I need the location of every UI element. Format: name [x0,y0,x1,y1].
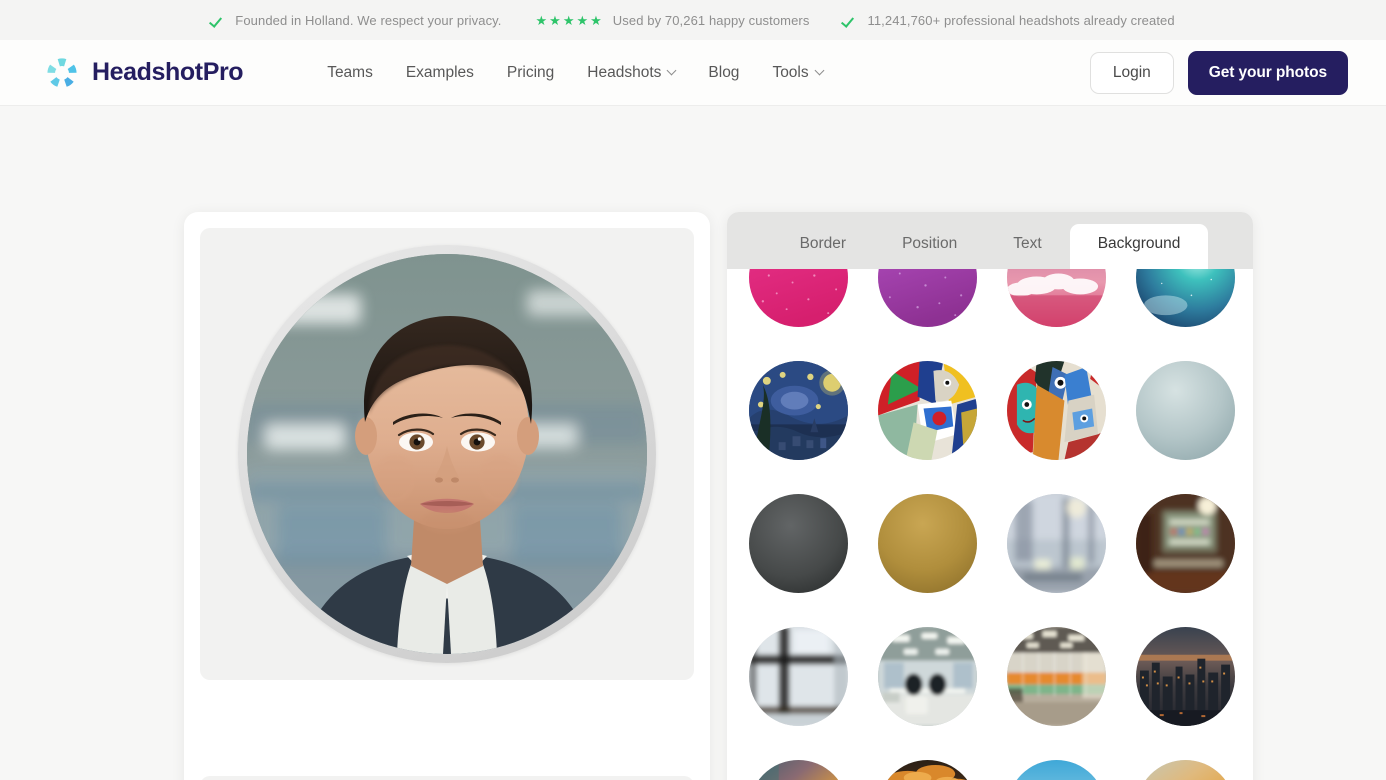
trust-banner: Founded in Holland. We respect your priv… [0,0,1386,40]
nav-item-tools[interactable]: Tools [772,63,825,82]
tab-position[interactable]: Position [874,224,985,265]
background-option-cubist-portrait-colorful[interactable] [878,361,977,460]
background-option-blurred-window-grid[interactable] [749,627,848,726]
trust-item-customers: ★★★★★ Used by 70,261 happy customers [536,13,810,28]
nav-label: Headshots [587,63,662,81]
background-option-cubist-faces-red[interactable] [1007,361,1106,460]
site-header: HeadshotPro Teams Examples Pricing Heads… [0,40,1386,106]
background-option-gold-olive-solid[interactable] [878,494,977,593]
background-option-purple-glitter[interactable] [878,269,977,327]
background-option-golden-haze-sunset[interactable] [1136,760,1235,780]
trust-privacy-text: Founded in Holland. We respect your priv… [235,12,502,28]
brand-logo[interactable]: HeadshotPro [46,57,244,89]
headshot-avatar-image[interactable] [247,254,647,654]
background-option-soft-gray-blue-gradient[interactable] [1136,361,1235,460]
background-option-city-skyline-dusk[interactable] [1136,627,1235,726]
background-option-orange-storm-clouds[interactable] [878,760,977,780]
login-button[interactable]: Login [1089,51,1174,94]
headshot-preview-card: Download headshot Reset [184,212,710,780]
editor-workspace: Download headshot Reset Border Position … [0,106,1386,780]
background-option-pink-cloud-sky[interactable] [1007,269,1106,327]
chevron-down-icon [666,65,677,76]
chevron-down-icon [814,65,825,76]
header-actions: Login Get your photos [1089,50,1348,95]
main-navigation: Teams Examples Pricing Headshots Blog To… [327,63,825,82]
preview-action-bar: Download headshot Reset [200,776,694,780]
background-option-blurred-bright-office[interactable] [1007,494,1106,593]
background-option-teal-galaxy[interactable] [1136,269,1235,327]
nav-label: Blog [708,63,740,81]
background-option-open-plan-office[interactable] [878,627,977,726]
trust-headshots-text: 11,241,760+ professional headshots alrea… [867,12,1175,28]
background-option-office-corridor-sunset[interactable] [1007,627,1106,726]
background-options-scroll[interactable] [727,269,1253,780]
check-icon [843,13,858,28]
nav-item-pricing[interactable]: Pricing [507,64,554,82]
tab-border[interactable]: Border [772,224,875,265]
tab-text[interactable]: Text [985,224,1069,265]
preview-stage [200,228,694,680]
trust-item-privacy: Founded in Holland. We respect your priv… [211,13,501,28]
nav-label: Examples [405,63,474,81]
options-tab-strip: Border Position Text Background [727,212,1253,269]
background-option-starry-night-painting[interactable] [749,361,848,460]
background-options-grid [727,269,1253,780]
nav-item-blog[interactable]: Blog [708,64,739,82]
background-option-dark-charcoal-solid[interactable] [749,494,848,593]
headshot-illustration [247,254,647,654]
avatar-border-ring [238,245,656,663]
nav-label: Pricing [506,63,555,81]
brand-name: HeadshotPro [92,58,244,86]
tab-background[interactable]: Background [1069,224,1209,269]
nav-label: Tools [772,63,809,81]
trust-customers-text: Used by 70,261 happy customers [612,12,810,28]
background-option-sunset-tree-silhouette[interactable] [749,760,848,780]
options-panel: Border Position Text Background [727,212,1253,780]
nav-label: Teams [327,63,373,81]
background-option-pink-glitter[interactable] [749,269,848,327]
trust-item-headshots-created: 11,241,760+ professional headshots alrea… [843,13,1174,28]
check-icon [211,13,226,28]
background-option-blue-sky-mountains[interactable] [1007,760,1106,780]
stars-icon: ★★★★★ [535,12,604,28]
get-your-photos-button[interactable]: Get your photos [1187,50,1348,95]
nav-item-headshots[interactable]: Headshots [587,63,677,82]
headshotpro-aperture-logo-icon [47,57,77,87]
nav-item-examples[interactable]: Examples [406,64,474,82]
background-option-blurred-warm-desk[interactable] [1136,494,1235,593]
nav-item-teams[interactable]: Teams [327,64,373,82]
